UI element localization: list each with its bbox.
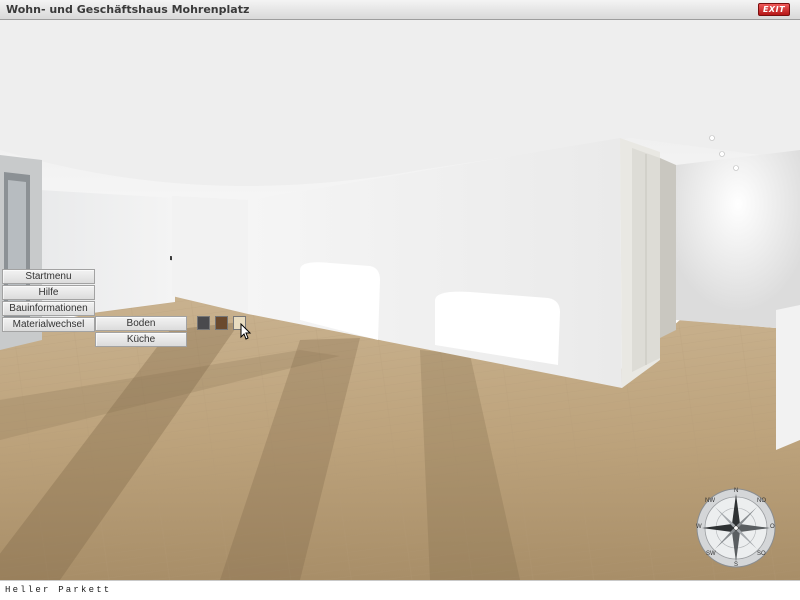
material-swatch-brown[interactable] — [215, 316, 228, 330]
compass-widget[interactable]: N NO O SO S SW W NW — [695, 487, 777, 569]
menu-bauinformationen[interactable]: Bauinformationen — [2, 301, 95, 316]
menu-hilfe[interactable]: Hilfe — [2, 285, 95, 300]
exit-button[interactable]: EXIT — [758, 3, 790, 16]
material-swatch-dark[interactable] — [197, 316, 210, 330]
status-text: Heller Parkett — [5, 585, 112, 595]
menu-startmenu[interactable]: Startmenu — [2, 269, 95, 284]
compass-label-nw: NW — [705, 498, 715, 504]
compass-label-n: N — [734, 488, 739, 494]
compass-label-o: O — [770, 524, 775, 530]
menu-materialwechsel[interactable]: Materialwechsel — [2, 317, 95, 332]
submenu-boden[interactable]: Boden — [95, 316, 187, 331]
room-scene — [0, 20, 800, 580]
status-bar: Heller Parkett — [0, 580, 800, 600]
submenu-kueche[interactable]: Küche — [95, 332, 187, 347]
compass-label-so: SO — [757, 551, 766, 557]
mouse-cursor-icon — [240, 323, 252, 340]
compass-label-s: S — [734, 562, 739, 568]
compass-label-no: NO — [757, 498, 766, 504]
compass-label-sw: SW — [706, 551, 716, 557]
compass-label-w: W — [696, 524, 702, 530]
3d-viewport[interactable] — [0, 20, 800, 580]
window-title: Wohn- und Geschäftshaus Mohrenplatz — [6, 3, 250, 16]
title-bar: Wohn- und Geschäftshaus Mohrenplatz EXIT — [0, 0, 800, 20]
